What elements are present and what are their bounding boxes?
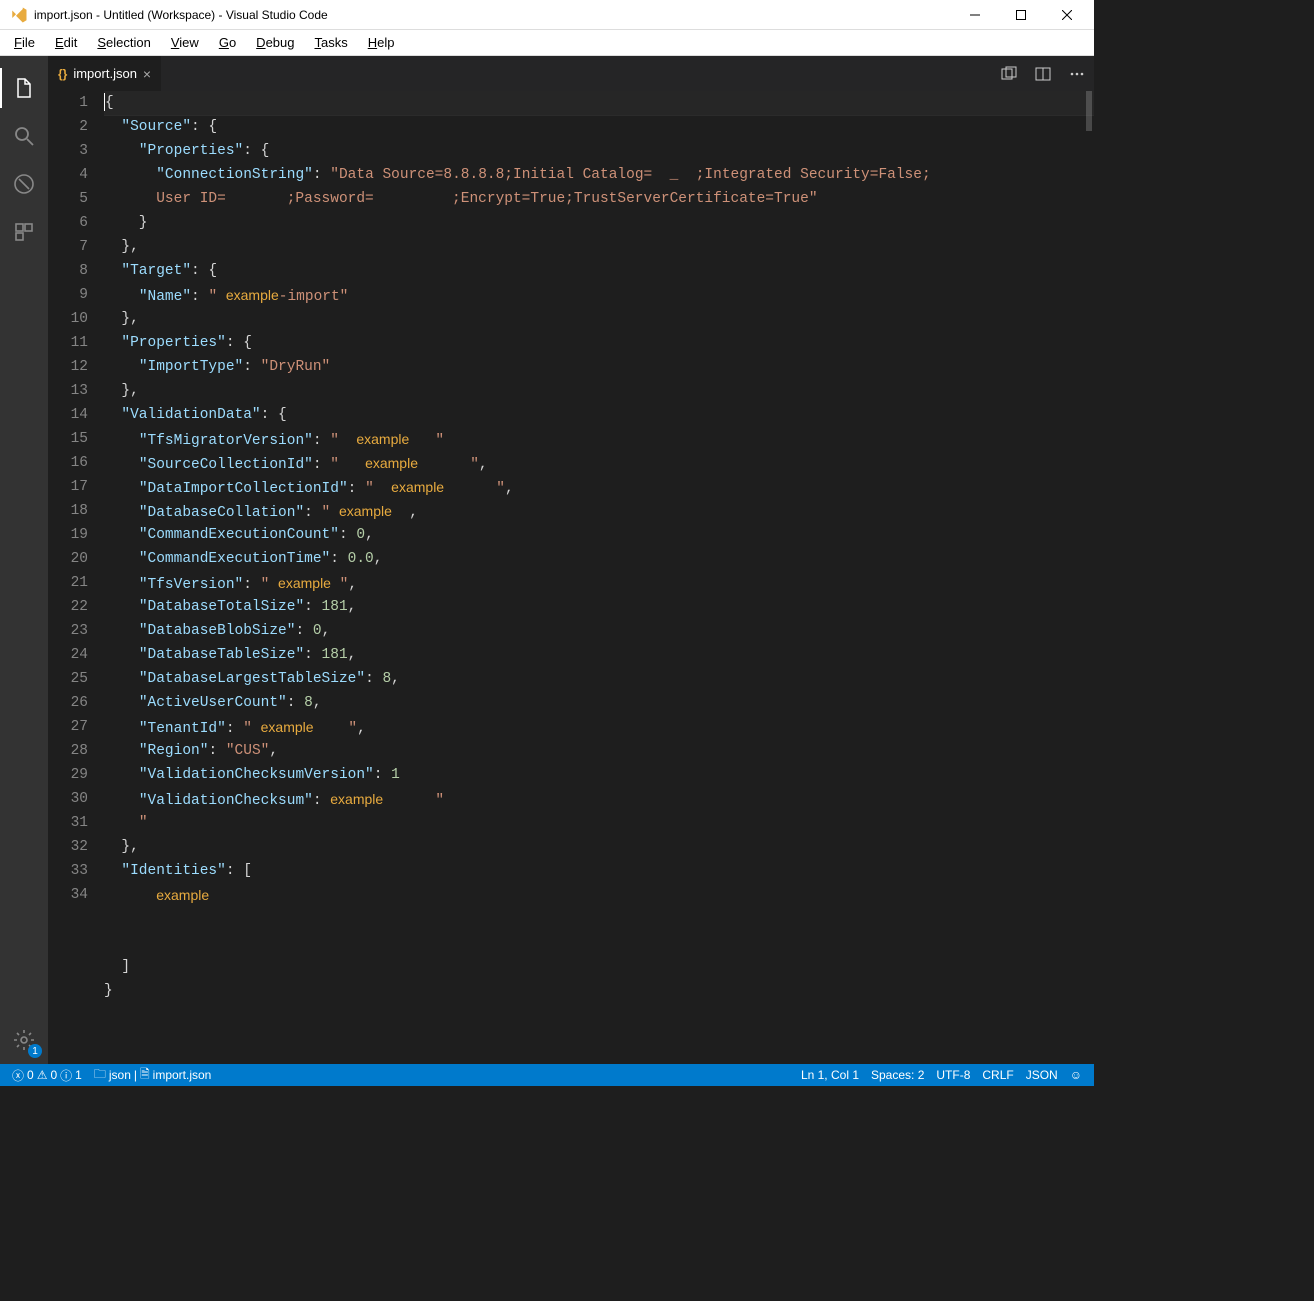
info-icon: ⓘ — [60, 1067, 72, 1084]
menu-go[interactable]: Go — [209, 33, 246, 52]
main: 1 {} import.json × 123456789101112131415… — [0, 56, 1094, 1064]
menu-tasks[interactable]: Tasks — [304, 33, 357, 52]
menu-file[interactable]: File — [4, 33, 45, 52]
more-actions-icon[interactable] — [1060, 56, 1094, 91]
menubar: FileEditSelectionViewGoDebugTasksHelp — [0, 30, 1094, 56]
code-editor[interactable]: 1234567891011121314151617181920212223242… — [48, 91, 1094, 1064]
tab-bar: {} import.json × — [48, 56, 1094, 91]
folder-icon: 🗀 — [94, 1065, 106, 1086]
line-number-gutter: 1234567891011121314151617181920212223242… — [48, 91, 104, 1064]
status-feedback-icon[interactable]: ☺ — [1064, 1064, 1088, 1086]
status-encoding[interactable]: UTF-8 — [930, 1064, 976, 1086]
scrollbar-thumb[interactable] — [1086, 91, 1092, 131]
scrollbar[interactable] — [1086, 91, 1092, 1064]
json-file-icon: {} — [58, 67, 67, 81]
file-icon: 🗎 — [140, 1065, 150, 1086]
menu-view[interactable]: View — [161, 33, 209, 52]
activity-extensions[interactable] — [0, 208, 48, 256]
activity-explorer[interactable] — [0, 64, 48, 112]
maximize-button[interactable] — [998, 0, 1044, 30]
menu-help[interactable]: Help — [358, 33, 405, 52]
tab-filename: import.json — [73, 66, 137, 81]
code-content[interactable]: { "Source": { "Properties": { "Connectio… — [104, 91, 1094, 1064]
status-ln-col[interactable]: Ln 1, Col 1 — [795, 1064, 865, 1086]
activity-search[interactable] — [0, 112, 48, 160]
tab-import-json[interactable]: {} import.json × — [48, 56, 162, 91]
activity-bar: 1 — [0, 56, 48, 1064]
vscode-logo-icon — [10, 6, 28, 24]
window-title: import.json - Untitled (Workspace) - Vis… — [34, 8, 952, 22]
close-window-button[interactable] — [1044, 0, 1090, 30]
compare-changes-icon[interactable] — [992, 56, 1026, 91]
warning-icon: ⚠ — [37, 1068, 48, 1082]
menu-selection[interactable]: Selection — [87, 33, 160, 52]
tab-close-icon[interactable]: × — [143, 66, 151, 82]
error-icon: ⓧ — [12, 1067, 24, 1084]
status-problems[interactable]: ⓧ0 ⚠0 ⓘ1 — [6, 1064, 88, 1086]
status-language[interactable]: JSON — [1020, 1064, 1064, 1086]
menu-edit[interactable]: Edit — [45, 33, 87, 52]
split-editor-icon[interactable] — [1026, 56, 1060, 91]
minimize-button[interactable] — [952, 0, 998, 30]
activity-debug[interactable] — [0, 160, 48, 208]
titlebar: import.json - Untitled (Workspace) - Vis… — [0, 0, 1094, 30]
status-eol[interactable]: CRLF — [976, 1064, 1019, 1086]
settings-badge: 1 — [28, 1044, 42, 1058]
editor-area: {} import.json × 12345678910111213141516… — [48, 56, 1094, 1064]
status-breadcrumb[interactable]: 🗀 json | 🗎 import.json — [88, 1064, 218, 1086]
status-spaces[interactable]: Spaces: 2 — [865, 1064, 930, 1086]
status-bar: ⓧ0 ⚠0 ⓘ1 🗀 json | 🗎 import.json Ln 1, Co… — [0, 1064, 1094, 1086]
menu-debug[interactable]: Debug — [246, 33, 304, 52]
activity-settings[interactable]: 1 — [0, 1016, 48, 1064]
